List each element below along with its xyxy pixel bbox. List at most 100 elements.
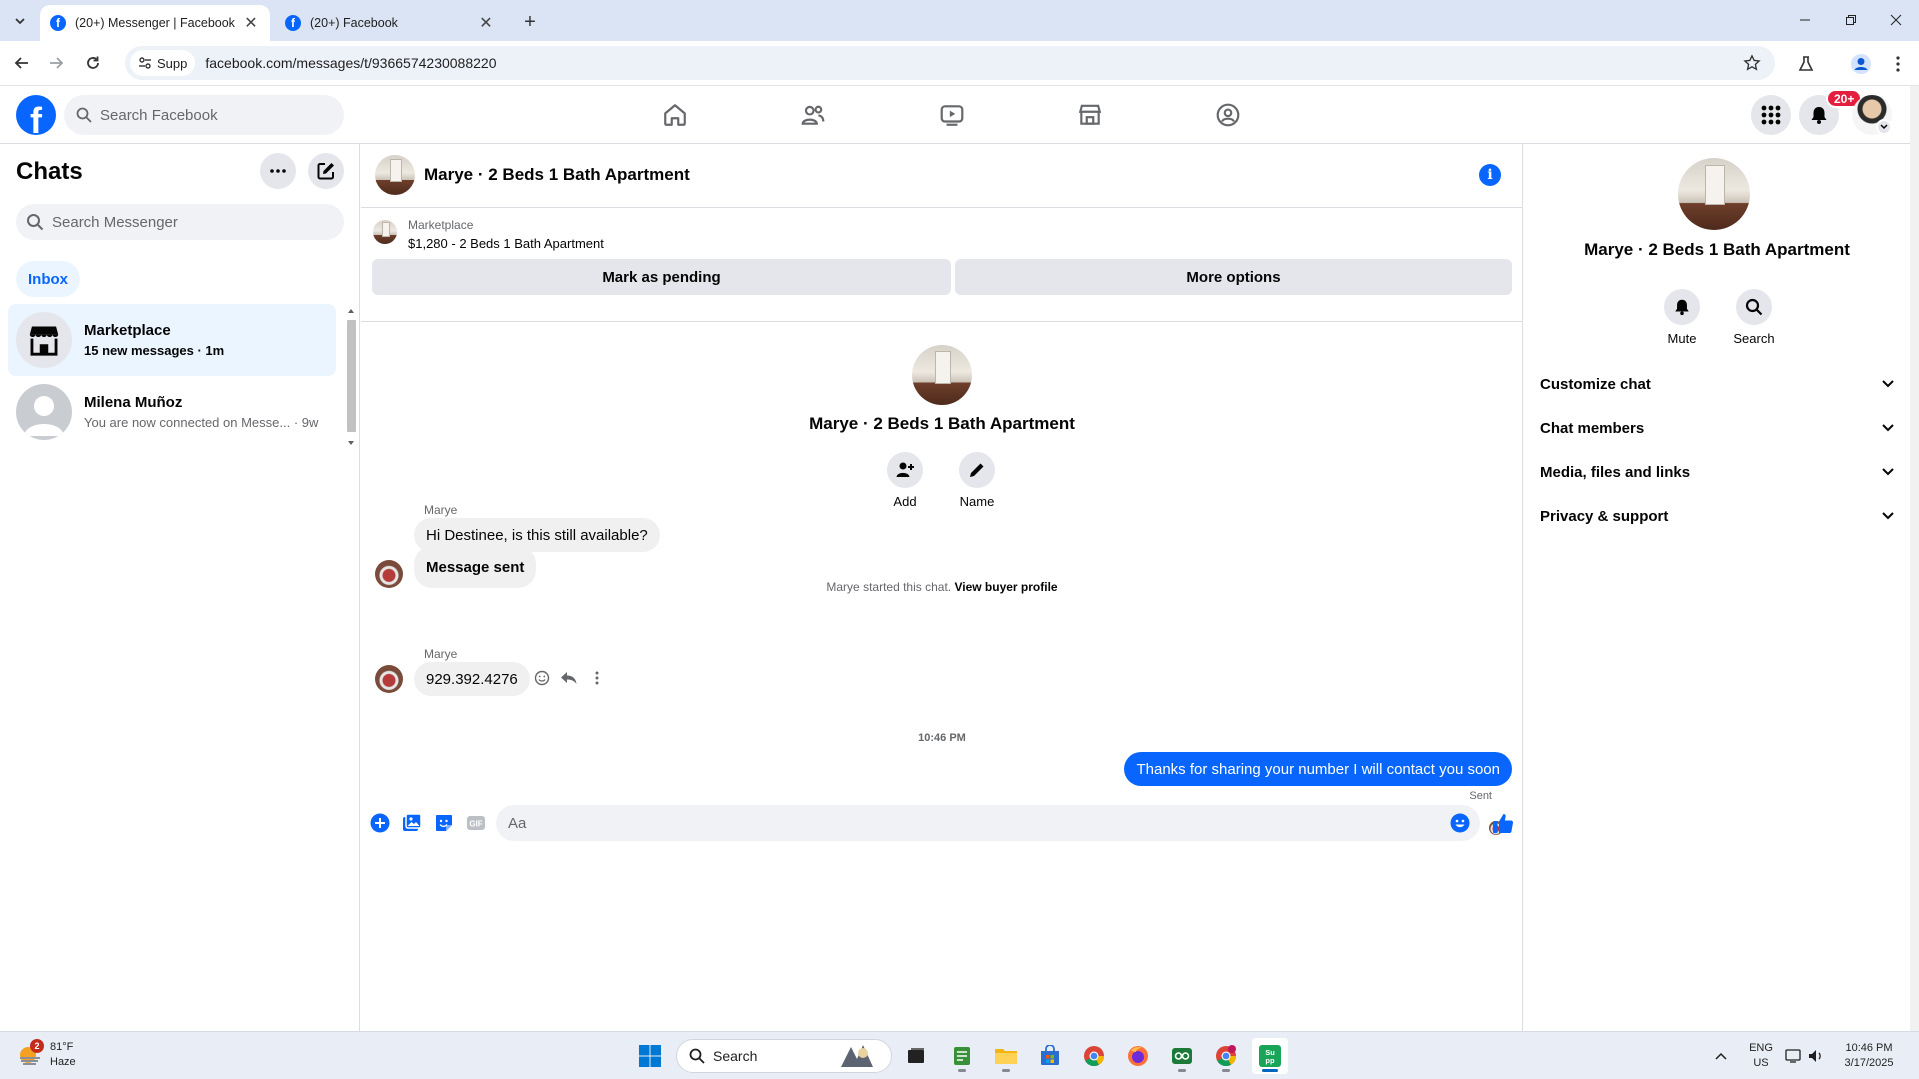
back-button[interactable] (9, 50, 35, 76)
facebook-search-input[interactable]: Search Facebook (64, 95, 344, 135)
search-in-conversation-button[interactable]: Search (1724, 289, 1784, 346)
mute-button[interactable]: Mute (1652, 289, 1712, 346)
time-separator: 10:46 PM (918, 732, 966, 744)
weather-widget[interactable]: 2 81°F Haze (16, 1039, 76, 1070)
message-bubble[interactable]: 929.392.4276 (414, 662, 530, 696)
privacy-support-row[interactable]: Privacy & support (1540, 494, 1894, 538)
conversation-avatar[interactable] (375, 155, 415, 195)
taskbar-search[interactable]: Search (676, 1039, 892, 1073)
clock[interactable]: 10:46 PM 3/17/2025 (1836, 1041, 1902, 1071)
taskbar-app-chrome[interactable] (1076, 1038, 1112, 1074)
conversation-info-pane: Marye · 2 Beds 1 Bath Apartment Mute Sea… (1524, 144, 1910, 1031)
intro-avatar (912, 345, 972, 405)
input-language[interactable]: ENG US (1746, 1041, 1776, 1071)
page-scrollbar[interactable] (1910, 86, 1919, 1031)
taskbar-app-file-explorer[interactable] (988, 1038, 1024, 1074)
running-indicator (958, 1069, 966, 1072)
react-button[interactable] (531, 667, 553, 689)
inbox-filter-tab[interactable]: Inbox (16, 261, 80, 297)
tab-messenger[interactable]: f (20+) Messenger | Facebook ✕ (40, 5, 270, 41)
message-bubble[interactable]: Message sent (414, 546, 537, 588)
message-input[interactable]: Aa (496, 805, 1480, 841)
task-view-button[interactable] (898, 1038, 934, 1074)
listing-thumbnail[interactable] (373, 220, 397, 244)
labs-button[interactable] (1793, 51, 1819, 77)
chat-options-button[interactable] (260, 153, 296, 189)
nav-marketplace[interactable] (1035, 86, 1145, 144)
media-files-links-row[interactable]: Media, files and links (1540, 450, 1894, 494)
info-button[interactable]: i (1479, 164, 1501, 186)
clock-date: 3/17/2025 (1844, 1057, 1894, 1069)
like-send-button[interactable] (1490, 812, 1516, 834)
new-message-button[interactable] (308, 153, 344, 189)
chat-item-marketplace[interactable]: Marketplace 15 new messages · 1m (8, 304, 336, 376)
volume-icon (1809, 1050, 1821, 1062)
facebook-favicon-icon: f (285, 15, 301, 31)
more-options-button[interactable]: More options (955, 259, 1512, 295)
outgoing-message-bubble[interactable]: Thanks for sharing your number I will co… (1124, 752, 1512, 786)
show-hidden-icons-button[interactable] (1703, 1038, 1739, 1074)
taskbar-app-notes[interactable] (944, 1038, 980, 1074)
minimize-button[interactable] (1782, 4, 1828, 36)
messenger-search-input[interactable]: Search Messenger (16, 204, 344, 240)
nav-friends[interactable] (758, 86, 868, 144)
chat-item-milena[interactable]: Milena Muñoz You are now connected on Me… (8, 376, 336, 448)
sender-avatar[interactable] (375, 665, 403, 693)
name-chat-button[interactable]: Name (947, 452, 1007, 509)
menu-button[interactable] (1751, 95, 1791, 135)
scrollbar-thumb[interactable] (347, 320, 356, 432)
restore-button[interactable] (1828, 4, 1874, 36)
tab-facebook[interactable]: f (20+) Facebook ✕ (275, 5, 505, 41)
conversation-title[interactable]: Marye · 2 Beds 1 Bath Apartment (424, 165, 690, 185)
forward-button[interactable] (43, 50, 69, 76)
site-info-chip[interactable]: Supp (130, 50, 196, 76)
add-people-button[interactable]: Add (875, 452, 935, 509)
browser-menu-button[interactable] (1885, 51, 1911, 77)
taskbar-app-supp-active[interactable]: Su pp (1252, 1038, 1288, 1074)
nav-video[interactable] (897, 86, 1007, 144)
message-input-placeholder: Aa (508, 814, 527, 832)
emoji-icon[interactable] (1450, 813, 1470, 833)
bookmark-star-button[interactable] (1743, 54, 1761, 72)
account-caret[interactable] (1876, 119, 1892, 135)
person-silhouette-icon (24, 396, 64, 436)
attach-photo-button[interactable] (401, 812, 423, 834)
start-button[interactable] (632, 1038, 668, 1074)
nav-groups[interactable] (1173, 86, 1283, 144)
view-buyer-profile-link[interactable]: View buyer profile (954, 580, 1057, 594)
reply-button[interactable] (558, 667, 580, 689)
taskbar-app-tunnel[interactable] (1164, 1038, 1200, 1074)
close-tab-icon[interactable]: ✕ (477, 14, 495, 32)
facebook-logo-icon[interactable]: f (16, 95, 56, 135)
chevron-down-icon (1882, 424, 1894, 432)
reload-button[interactable] (80, 50, 106, 76)
profile-button[interactable] (1848, 51, 1874, 77)
windows-taskbar: 2 81°F Haze Search Su pp ENG US 10:46 PM… (0, 1031, 1919, 1079)
customize-chat-row[interactable]: Customize chat (1540, 362, 1894, 406)
address-bar[interactable]: Supp facebook.com/messages/t/93665742300… (125, 46, 1775, 80)
taskbar-app-chrome-profile[interactable] (1208, 1038, 1244, 1074)
info-avatar[interactable] (1678, 158, 1750, 230)
chat-list-scrollbar[interactable] (345, 306, 357, 448)
nav-home[interactable] (620, 86, 730, 144)
listing-price-title[interactable]: $1,280 - 2 Beds 1 Bath Apartment (408, 236, 604, 251)
taskbar-app-firefox[interactable] (1120, 1038, 1156, 1074)
bell-icon (1811, 107, 1827, 124)
flask-icon (1798, 56, 1814, 71)
close-tab-icon[interactable]: ✕ (242, 14, 260, 32)
chat-members-row[interactable]: Chat members (1540, 406, 1894, 450)
gif-button[interactable]: GIF (465, 812, 487, 834)
weather-desc: Haze (50, 1056, 76, 1068)
sticker-button[interactable] (433, 812, 455, 834)
chat-preview: 15 new messages · 1m (84, 343, 225, 358)
network-volume-tray[interactable] (1780, 1038, 1830, 1074)
close-window-button[interactable] (1873, 4, 1919, 36)
sender-avatar[interactable] (375, 560, 403, 588)
tab-search-button[interactable] (7, 8, 33, 34)
new-tab-button[interactable]: + (518, 10, 542, 34)
mark-as-pending-button[interactable]: Mark as pending (372, 259, 951, 295)
taskbar-app-store[interactable] (1032, 1038, 1068, 1074)
url-text[interactable]: facebook.com/messages/t/9366574230088220 (205, 55, 496, 71)
message-more-button[interactable] (586, 667, 608, 689)
more-actions-button[interactable] (369, 812, 391, 834)
